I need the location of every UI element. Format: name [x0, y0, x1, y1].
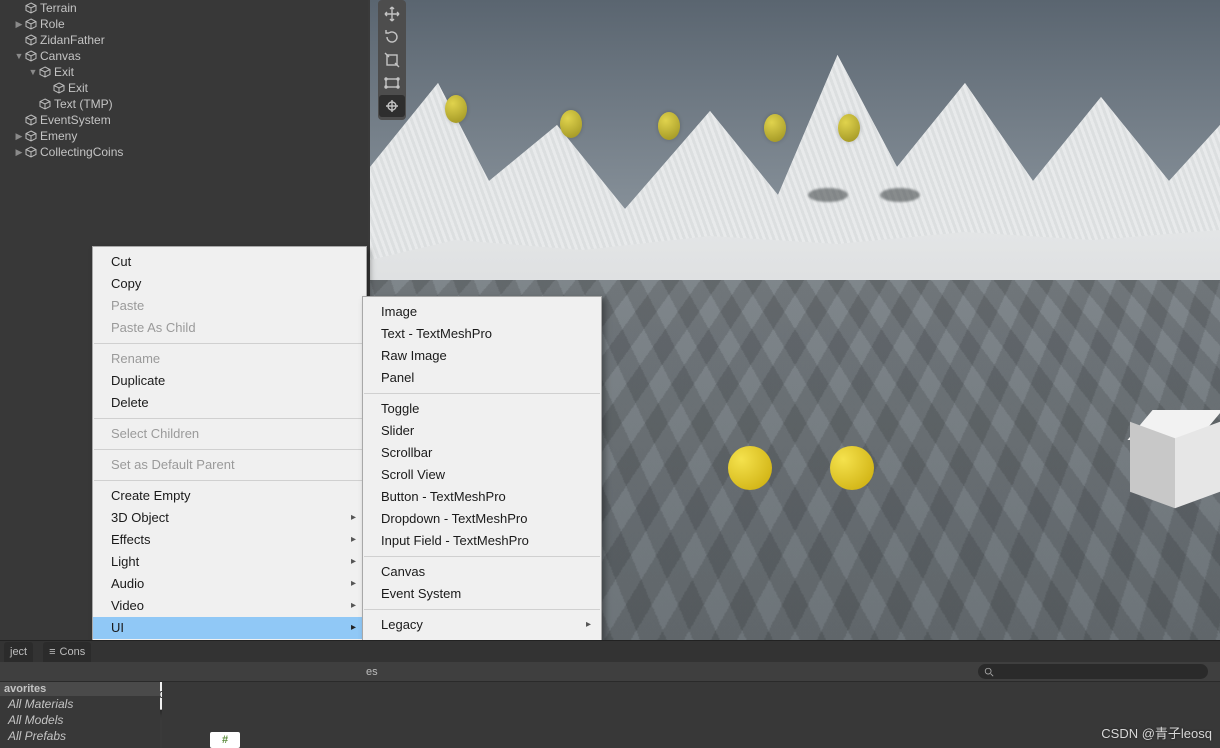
- menu-item[interactable]: Slider: [363, 420, 601, 442]
- hierarchy-item-label: Role: [40, 16, 65, 32]
- menu-item[interactable]: 3D Object: [93, 507, 366, 529]
- coin-object[interactable]: [658, 112, 680, 140]
- cube-player[interactable]: [1130, 430, 1220, 520]
- context-submenu-ui[interactable]: ImageText - TextMeshProRaw ImagePanel Tog…: [362, 296, 602, 641]
- rect-tool-icon[interactable]: [379, 72, 405, 94]
- gameobject-icon: [24, 49, 38, 63]
- project-content[interactable]: [162, 682, 1220, 748]
- hierarchy-item[interactable]: ▼ Exit: [0, 64, 368, 80]
- menu-item[interactable]: Button - TextMeshPro: [363, 486, 601, 508]
- coin-object[interactable]: [560, 110, 582, 138]
- coin-object[interactable]: [838, 114, 860, 142]
- asset-chip[interactable]: #: [210, 732, 240, 748]
- menu-item[interactable]: Scrollbar: [363, 442, 601, 464]
- gameobject-icon: [38, 65, 52, 79]
- expand-arrow-icon[interactable]: ▼: [28, 64, 38, 80]
- hierarchy-item[interactable]: Text (TMP): [0, 96, 368, 112]
- search-input[interactable]: [978, 664, 1208, 679]
- shadow: [880, 188, 920, 202]
- hierarchy-item-label: Canvas: [40, 48, 81, 64]
- expand-arrow-icon[interactable]: ▶: [14, 16, 24, 32]
- gameobject-icon: [24, 113, 38, 127]
- expand-arrow-icon[interactable]: ▶: [14, 144, 24, 160]
- coin-object[interactable]: [764, 114, 786, 142]
- rotate-tool-icon[interactable]: [379, 26, 405, 48]
- coin-object[interactable]: [445, 95, 467, 123]
- hierarchy-item-label: EventSystem: [40, 112, 111, 128]
- coin-object[interactable]: [728, 446, 772, 490]
- menu-item[interactable]: Raw Image: [363, 345, 601, 367]
- hierarchy-item-label: Terrain: [40, 0, 77, 16]
- gameobject-icon: [24, 145, 38, 159]
- hierarchy-item-label: Exit: [54, 64, 74, 80]
- menu-item[interactable]: Scroll View: [363, 464, 601, 486]
- menu-item[interactable]: Audio: [93, 573, 366, 595]
- menu-item[interactable]: Light: [93, 551, 366, 573]
- project-toolbar: es: [0, 662, 1220, 682]
- hierarchy-item[interactable]: Exit: [0, 80, 368, 96]
- menu-item[interactable]: Delete: [93, 392, 366, 414]
- tab-project[interactable]: ject: [4, 642, 33, 662]
- menu-item[interactable]: Toggle: [363, 398, 601, 420]
- expand-arrow-icon[interactable]: ▼: [14, 48, 24, 64]
- menu-item[interactable]: Copy: [93, 273, 366, 295]
- hierarchy-item-label: Emeny: [40, 128, 77, 144]
- menu-item[interactable]: Input Field - TextMeshPro: [363, 530, 601, 552]
- gameobject-icon: [52, 81, 66, 95]
- menu-item[interactable]: Legacy: [363, 614, 601, 636]
- menu-item[interactable]: Event System: [363, 583, 601, 605]
- gameobject-icon: [24, 17, 38, 31]
- menu-item: Paste: [93, 295, 366, 317]
- menu-item[interactable]: Image: [363, 301, 601, 323]
- hierarchy-item[interactable]: ▶ Emeny: [0, 128, 368, 144]
- menu-item[interactable]: Create Empty: [93, 485, 366, 507]
- menu-item[interactable]: UI: [93, 617, 366, 639]
- scene-tool-column: [378, 0, 406, 120]
- hierarchy-item[interactable]: Terrain: [0, 0, 368, 16]
- menu-item: Set as Default Parent: [93, 454, 366, 476]
- hierarchy-item-label: CollectingCoins: [40, 144, 123, 160]
- hierarchy-item[interactable]: ▼ Canvas: [0, 48, 368, 64]
- gameobject-icon: [24, 129, 38, 143]
- tab-fragment: es: [366, 666, 378, 678]
- watermark: CSDN @青子leosq: [1101, 723, 1212, 742]
- menu-item[interactable]: Panel: [363, 367, 601, 389]
- hierarchy-item-label: Text (TMP): [54, 96, 113, 112]
- expand-arrow-icon[interactable]: ▶: [14, 128, 24, 144]
- hierarchy-item-label: Exit: [68, 80, 88, 96]
- favorites-item[interactable]: All Materials: [0, 696, 160, 712]
- move-tool-icon[interactable]: [379, 3, 405, 25]
- gameobject-icon: [38, 97, 52, 111]
- menu-item: Paste As Child: [93, 317, 366, 339]
- scale-tool-icon[interactable]: [379, 49, 405, 71]
- hierarchy-item[interactable]: ZidanFather: [0, 32, 368, 48]
- hierarchy-item[interactable]: ▶ CollectingCoins: [0, 144, 368, 160]
- gameobject-icon: [24, 1, 38, 15]
- menu-item[interactable]: Canvas: [363, 561, 601, 583]
- favorites-header: avorites: [0, 682, 160, 696]
- menu-item[interactable]: Video: [93, 595, 366, 617]
- menu-item[interactable]: Cut: [93, 251, 366, 273]
- tab-console[interactable]: ≡ Cons: [43, 642, 91, 662]
- menu-item[interactable]: Duplicate: [93, 370, 366, 392]
- search-icon: [984, 667, 994, 677]
- hierarchy-item[interactable]: ▶ Role: [0, 16, 368, 32]
- menu-item[interactable]: Dropdown - TextMeshPro: [363, 508, 601, 530]
- hierarchy-item-label: ZidanFather: [40, 32, 105, 48]
- favorites-panel[interactable]: avorites All MaterialsAll ModelsAll Pref…: [0, 682, 160, 748]
- favorites-item[interactable]: All Prefabs: [0, 728, 160, 744]
- shadow: [808, 188, 848, 202]
- menu-item[interactable]: Effects: [93, 529, 366, 551]
- favorites-item[interactable]: All Models: [0, 712, 160, 728]
- menu-item: Select Children: [93, 423, 366, 445]
- hierarchy-item[interactable]: EventSystem: [0, 112, 368, 128]
- bottom-tabs: ject ≡ Cons: [0, 640, 1220, 662]
- transform-tool-icon[interactable]: [379, 95, 405, 117]
- menu-item: Rename: [93, 348, 366, 370]
- menu-item[interactable]: Text - TextMeshPro: [363, 323, 601, 345]
- coin-object[interactable]: [830, 446, 874, 490]
- gameobject-icon: [24, 33, 38, 47]
